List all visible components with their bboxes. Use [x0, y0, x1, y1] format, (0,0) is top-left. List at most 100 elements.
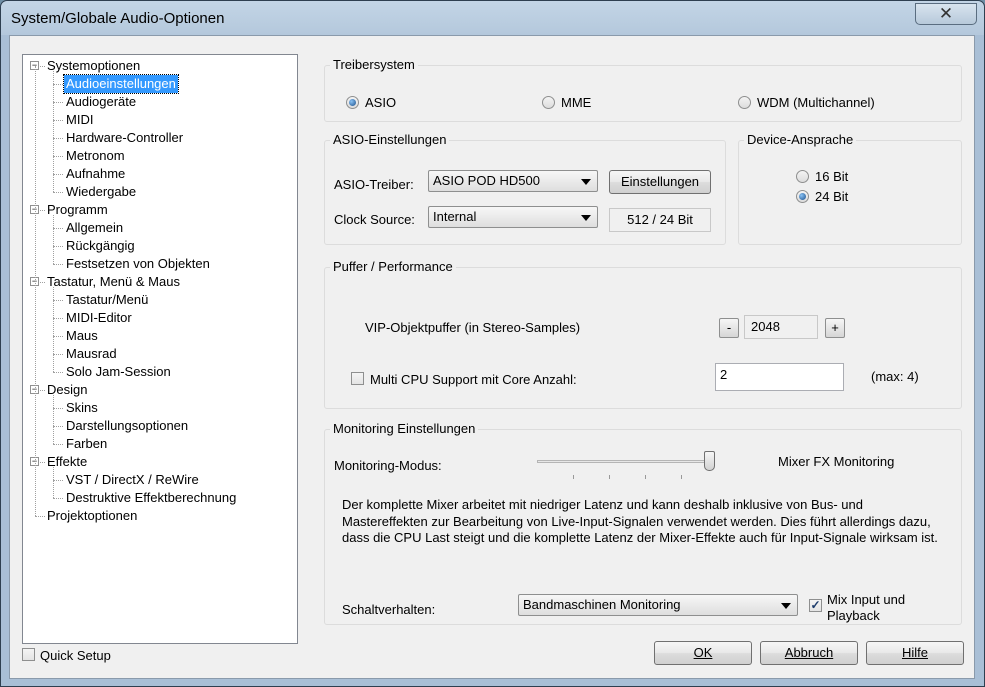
tree-category[interactable]: − Effekte [23, 453, 293, 471]
slider-thumb[interactable] [704, 451, 715, 471]
tree-item[interactable]: Destruktive Effektberechnung [23, 489, 293, 507]
wdm-radio-label: WDM (Multichannel) [757, 95, 875, 110]
tree-item-label: Rückgängig [66, 238, 135, 253]
switch-behavior-select[interactable]: Bandmaschinen Monitoring [518, 594, 798, 616]
dialog-client: − Systemoptionen Audioeinstellungen Audioge… [9, 35, 975, 679]
tree-item-label: Projektoptionen [47, 508, 138, 523]
slider-tick [645, 475, 646, 479]
slider-tick [609, 475, 610, 479]
tree-item[interactable]: MIDI-Editor [23, 309, 293, 327]
tree-item-label: Destruktive Effektberechnung [66, 490, 237, 505]
vip-increase-button[interactable]: + [825, 318, 845, 338]
tree-item-label: Maus [66, 328, 98, 343]
tree-item[interactable]: Maus [23, 327, 293, 345]
tree-item[interactable]: Rückgängig [23, 237, 293, 255]
tree-category[interactable]: Projektoptionen [23, 507, 293, 525]
tree-item[interactable]: Skins [23, 399, 293, 417]
tree-item[interactable]: Audiogeräte [23, 93, 293, 111]
tree-item-label: Audiogeräte [66, 94, 137, 109]
quick-setup-checkbox[interactable] [22, 648, 35, 661]
tree-item-label: Audioeinstellungen [63, 74, 179, 94]
tree-item[interactable]: VST / DirectX / ReWire [23, 471, 293, 489]
puffer-performance-group [324, 267, 962, 409]
tree-item-label: Aufnahme [66, 166, 126, 181]
tree-connector [53, 156, 63, 157]
tree-item[interactable]: Allgemein [23, 219, 293, 237]
tree-connector [53, 71, 54, 192]
24-bit-label: 24 Bit [815, 189, 849, 204]
treibersystem-title: Treibersystem [330, 57, 418, 72]
tree-item[interactable]: Farben [23, 435, 293, 453]
24-bit-radio[interactable] [796, 190, 809, 203]
asio-driver-select[interactable]: ASIO POD HD500 [428, 170, 598, 192]
einstellungen-button[interactable]: Einstellungen [609, 170, 711, 194]
ok-button[interactable]: OK [654, 641, 752, 665]
close-button[interactable]: ✕ [915, 3, 977, 25]
monitoring-mode-slider[interactable] [537, 449, 717, 485]
tree-item-label: Systemoptionen [47, 58, 141, 73]
help-button[interactable]: Hilfe [866, 641, 964, 665]
tree-item-label: Mausrad [66, 346, 117, 361]
monitoring-description: Der komplette Mixer arbeitet mit niedrig… [342, 497, 938, 545]
multi-cpu-checkbox[interactable] [351, 372, 364, 385]
tree-item-label: MIDI-Editor [66, 310, 132, 325]
tree-item[interactable]: Darstellungsoptionen [23, 417, 293, 435]
tree-item-label: MIDI [66, 112, 94, 127]
close-icon: ✕ [938, 4, 954, 23]
tree-item-label: Hardware-Controller [66, 130, 184, 145]
tree-item-label: Farben [66, 436, 108, 451]
tree-connector [53, 408, 63, 409]
chevron-down-icon [781, 603, 791, 609]
tree-item-label: Festsetzen von Objekten [66, 256, 210, 271]
cancel-button[interactable]: Abbruch [760, 641, 858, 665]
tree-connector [53, 318, 63, 319]
dialog-window: System/Globale Audio-Optionen ✕ − Systemo… [0, 0, 985, 687]
device-ansprache-group [738, 140, 962, 245]
tree-category[interactable]: − Systemoptionen [23, 57, 293, 75]
tree-item[interactable]: Wiedergabe [23, 183, 293, 201]
monitoring-mode-label: Monitoring-Modus: [334, 458, 442, 473]
options-tree[interactable]: − Systemoptionen Audioeinstellungen Audioge… [22, 54, 298, 644]
switch-behavior-label: Schaltverhalten: [342, 602, 436, 617]
quick-setup-label: Quick Setup [40, 648, 111, 663]
tree-item-label: Programm [47, 202, 108, 217]
tree-item[interactable]: Metronom [23, 147, 293, 165]
tree-connector [53, 480, 63, 481]
tree-connector [53, 84, 63, 85]
chevron-down-icon [581, 215, 591, 221]
tree-item[interactable]: Festsetzen von Objekten [23, 255, 293, 273]
asio-radio[interactable] [346, 96, 359, 109]
tree-connector [53, 120, 63, 121]
vip-buffer-value: 2048 [744, 315, 818, 339]
clock-source-value: Internal [433, 209, 477, 224]
max-cores-label: (max: 4) [871, 369, 919, 384]
tree-connector [53, 174, 63, 175]
tree-item[interactable]: Tastatur/Menü [23, 291, 293, 309]
tree-item[interactable]: Solo Jam-Session [23, 363, 293, 381]
core-count-input[interactable]: 2 [715, 363, 844, 391]
tree-category[interactable]: − Tastatur, Menü & Maus [23, 273, 293, 291]
tree-connector [53, 246, 63, 247]
switch-behavior-value: Bandmaschinen Monitoring [523, 597, 681, 612]
tree-item[interactable]: Aufnahme [23, 165, 293, 183]
tree-item[interactable]: Mausrad [23, 345, 293, 363]
slider-track [537, 460, 715, 463]
buffer-format-display: 512 / 24 Bit [609, 208, 711, 232]
clock-source-select[interactable]: Internal [428, 206, 598, 228]
window-title: System/Globale Audio-Optionen [11, 10, 225, 27]
wdm-radio[interactable] [738, 96, 751, 109]
vip-decrease-button[interactable]: - [719, 318, 739, 338]
tree-category[interactable]: − Programm [23, 201, 293, 219]
tree-item[interactable]: MIDI [23, 111, 293, 129]
tree-item[interactable]: Audioeinstellungen [23, 74, 293, 94]
tree-connector [53, 102, 63, 103]
tree-item-label: Allgemein [66, 220, 124, 235]
tree-category[interactable]: − Design [23, 381, 293, 399]
mme-radio-label: MME [561, 95, 592, 110]
16-bit-radio[interactable] [796, 170, 809, 183]
tree-connector [53, 354, 63, 355]
puffer-performance-title: Puffer / Performance [330, 259, 456, 274]
mix-input-checkbox[interactable]: ✓ [809, 599, 822, 612]
mme-radio[interactable] [542, 96, 555, 109]
tree-item[interactable]: Hardware-Controller [23, 129, 293, 147]
